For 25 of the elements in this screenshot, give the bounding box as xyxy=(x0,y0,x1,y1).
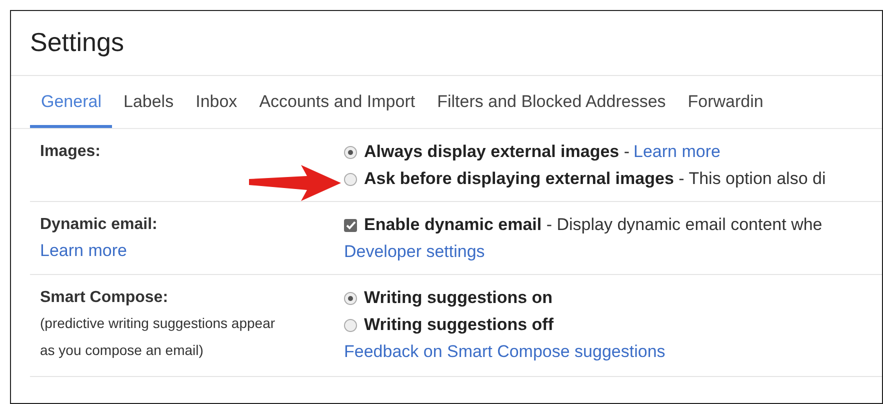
option-label: Ask before displaying external images - This option also di xyxy=(364,169,826,189)
tab[interactable]: Filters and Blocked Addresses xyxy=(426,79,677,128)
tab[interactable]: Labels xyxy=(112,79,185,128)
setting-note: (predictive writing suggestions appear as you compose an email) xyxy=(40,314,276,360)
checkbox[interactable] xyxy=(344,218,357,232)
setting-label: Images: xyxy=(40,142,102,162)
radio-button[interactable] xyxy=(344,292,357,304)
radio-button[interactable] xyxy=(344,318,357,332)
option-label: Writing suggestions off xyxy=(364,315,554,335)
radio-button[interactable] xyxy=(344,146,357,158)
tab[interactable]: Forwardin xyxy=(676,79,774,128)
option-label: Enable dynamic email - Display dynamic email content whe xyxy=(364,215,822,235)
learn-more-link[interactable]: Learn more xyxy=(634,142,720,162)
tab[interactable]: Inbox xyxy=(184,79,248,128)
option-label: Writing suggestions on xyxy=(364,288,553,308)
tab[interactable]: General xyxy=(30,79,112,128)
option-label: Always display external images - xyxy=(364,142,630,162)
feedback-link[interactable]: Feedback on Smart Compose suggestions xyxy=(344,342,666,362)
setting-label: Smart Compose: xyxy=(40,288,170,308)
feedback-link[interactable]: Developer settings xyxy=(344,242,485,262)
setting-label: Dynamic email: xyxy=(40,215,158,235)
radio-button[interactable] xyxy=(344,172,357,186)
learn-more-link[interactable]: Learn more xyxy=(40,241,344,261)
page-title: Settings xyxy=(11,11,882,76)
tab[interactable]: Accounts and Import xyxy=(248,79,426,128)
